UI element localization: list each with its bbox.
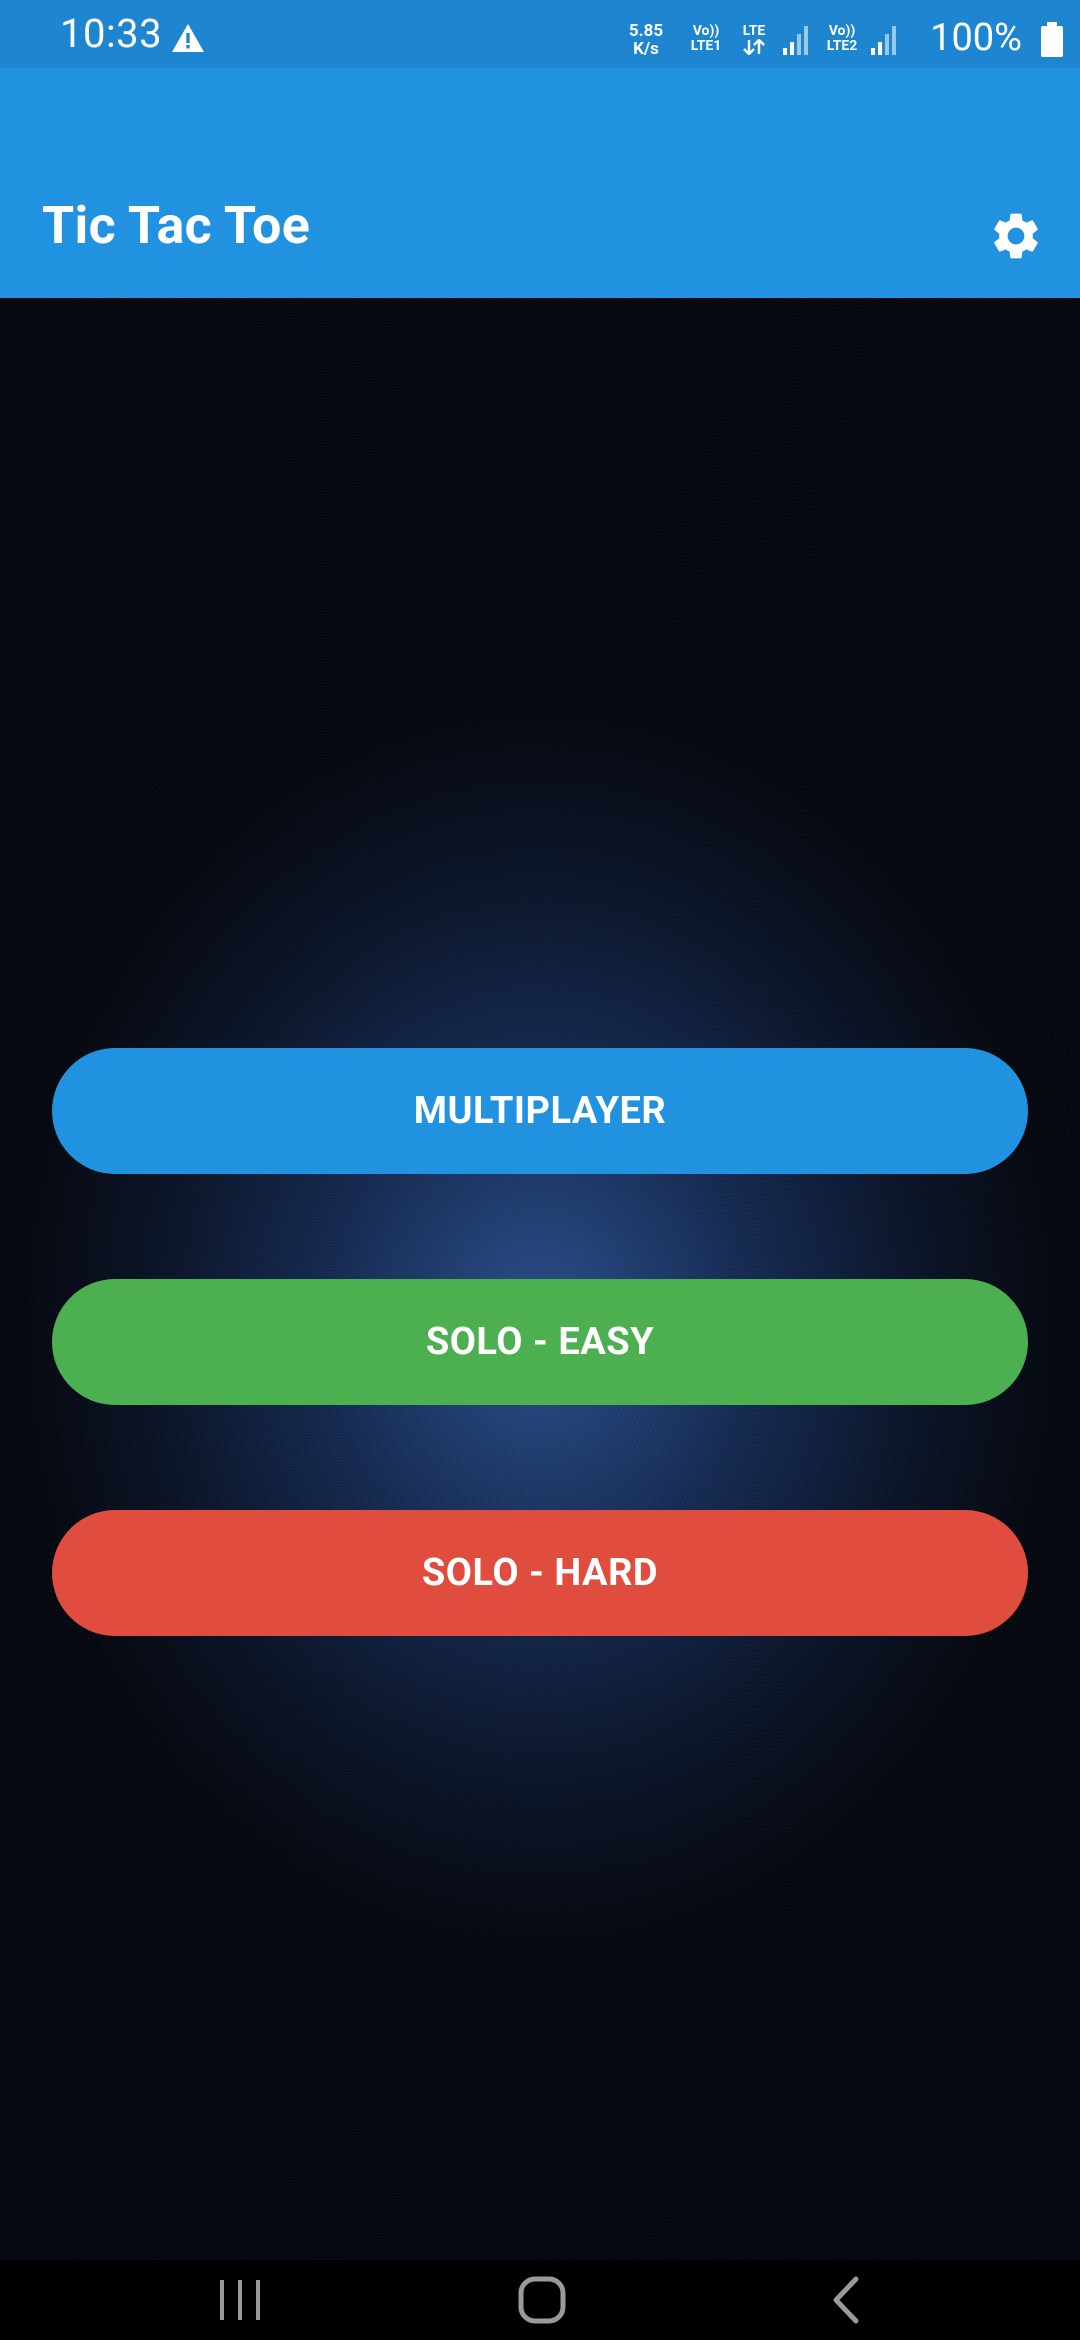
sim1-volte-bottom: LTE1	[690, 38, 722, 54]
app-bar: Tic Tac Toe	[0, 68, 1080, 298]
main-background: MULTIPLAYER SOLO - EASY SOLO - HARD	[0, 298, 1080, 2260]
data-arrows-icon	[743, 39, 765, 55]
sim1-data-type: LTE	[742, 23, 766, 39]
battery-icon	[1041, 22, 1063, 57]
back-icon	[833, 2276, 859, 2324]
network-speed-unit: K/s	[633, 39, 659, 59]
signal-icon	[783, 26, 808, 55]
gear-icon	[994, 213, 1038, 259]
network-speed-value: 5.85	[628, 21, 664, 41]
sim1-volte-label: Vo)) LTE1	[684, 24, 728, 54]
multiplayer-button[interactable]: MULTIPLAYER	[52, 1048, 1028, 1174]
status-time: 10:33	[60, 10, 163, 57]
signal-icon	[871, 26, 896, 55]
warning-icon	[172, 24, 204, 52]
app-title: Tic Tac Toe	[42, 195, 311, 256]
home-button[interactable]	[482, 2260, 602, 2340]
status-bar: 10:33 5.85 K/s Vo)) LTE1 LTE Vo)) LTE2 1…	[0, 0, 1080, 68]
solo-hard-button[interactable]: SOLO - HARD	[52, 1510, 1028, 1636]
network-speed: 5.85 K/s	[620, 22, 672, 58]
status-indicators: 5.85 K/s Vo)) LTE1 LTE Vo)) LTE2 100%	[620, 0, 1080, 68]
settings-button[interactable]	[968, 188, 1064, 284]
sim2-volte-label: Vo)) LTE2	[820, 24, 864, 54]
battery-percentage: 100%	[930, 16, 1022, 60]
recents-icon	[220, 2280, 260, 2320]
sim2-volte-bottom: LTE2	[826, 38, 858, 54]
back-button[interactable]	[786, 2260, 906, 2340]
sim1-data-label: LTE	[734, 24, 774, 55]
sim2-volte-top: Vo))	[828, 23, 856, 39]
navigation-bar	[0, 2260, 1080, 2340]
sim1-volte-top: Vo))	[692, 23, 720, 39]
recents-button[interactable]	[180, 2260, 300, 2340]
home-icon	[518, 2276, 566, 2324]
screen: 10:33 5.85 K/s Vo)) LTE1 LTE Vo)) LTE2 1…	[0, 0, 1080, 2340]
solo-easy-button[interactable]: SOLO - EASY	[52, 1279, 1028, 1405]
